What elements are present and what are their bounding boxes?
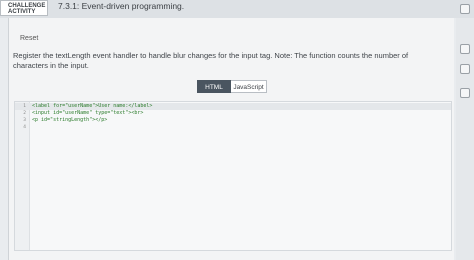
right-sidebar <box>456 18 474 260</box>
code-line[interactable]: 4 <box>15 124 451 131</box>
code-editor[interactable]: 1 <label for="userName">User name:</labe… <box>14 101 452 251</box>
reset-button[interactable]: Reset <box>20 35 38 42</box>
progress-box-icon[interactable] <box>460 4 470 14</box>
tab-javascript[interactable]: JavaScript <box>231 80 267 93</box>
code-text[interactable]: <input id="userName" type="text"><br> <box>32 110 143 117</box>
code-line[interactable]: 3 <p id="stringLength"></p> <box>15 117 451 124</box>
editor-tabs: HTML JavaScript <box>197 80 267 93</box>
progress-box-icon[interactable] <box>460 44 470 54</box>
tab-html[interactable]: HTML <box>197 80 231 93</box>
line-number: 2 <box>23 111 26 116</box>
code-text[interactable]: <label for="userName">User name:</label> <box>32 103 152 110</box>
line-number: 3 <box>23 118 26 123</box>
line-number: 1 <box>23 104 26 109</box>
code-line[interactable]: 1 <label for="userName">User name:</labe… <box>15 103 451 110</box>
code-line[interactable]: 2 <input id="userName" type="text"><br> <box>15 110 451 117</box>
line-number: 4 <box>23 125 26 130</box>
progress-box-icon[interactable] <box>460 88 470 98</box>
progress-box-icon[interactable] <box>460 64 470 74</box>
activity-title: 7.3.1: Event-driven programming. <box>58 1 185 11</box>
challenge-activity-badge: CHALLENGE ACTIVITY <box>0 0 48 16</box>
top-bar: CHALLENGE ACTIVITY 7.3.1: Event-driven p… <box>0 0 474 18</box>
badge-line2: ACTIVITY <box>8 9 36 15</box>
instructions-text: Register the textLength event handler to… <box>13 51 409 70</box>
code-text[interactable]: <p id="stringLength"></p> <box>32 117 107 124</box>
